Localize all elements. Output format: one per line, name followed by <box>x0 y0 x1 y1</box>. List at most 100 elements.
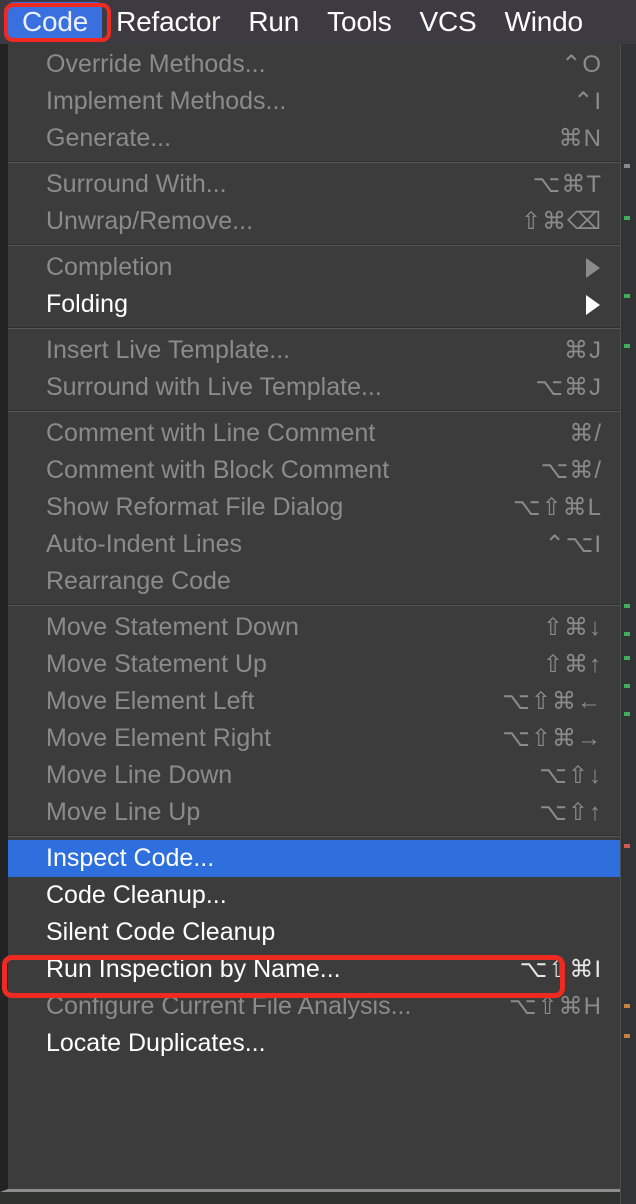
menu-item-comment-with-line-comment: Comment with Line Comment ⌘/ <box>8 415 620 452</box>
menu-separator <box>8 327 620 329</box>
menu-item-unwrap-remove: Unwrap/Remove... ⇧⌘⌫ <box>8 203 620 240</box>
menu-item-label: Configure Current File Analysis... <box>46 992 412 1020</box>
editor-marker <box>624 344 630 348</box>
menu-item-shortcut: ⌃I <box>573 88 602 115</box>
menu-item-shortcut: ⌥⇧⌘← <box>502 688 602 715</box>
menu-item-move-element-left: Move Element Left ⌥⇧⌘← <box>8 683 620 720</box>
menu-item-label: Show Reformat File Dialog <box>46 493 344 521</box>
menu-item-inspect-code[interactable]: Inspect Code... <box>8 840 620 877</box>
menu-item-implement-methods: Implement Methods... ⌃I <box>8 83 620 120</box>
menu-item-shortcut: ⌥⇧↑ <box>539 799 602 826</box>
code-dropdown-menu[interactable]: Override Methods... ⌃O Implement Methods..… <box>0 44 620 1192</box>
menu-item-label: Move Element Right <box>46 724 272 752</box>
menu-separator <box>8 604 620 606</box>
menu-item-label: Override Methods... <box>46 50 266 78</box>
menu-item-shortcut: ⌥⇧⌘I <box>519 956 602 983</box>
menu-item-rearrange-code: Rearrange Code <box>8 563 620 600</box>
editor-marker <box>624 604 630 608</box>
menu-separator <box>8 244 620 246</box>
editor-marker <box>624 684 630 688</box>
menu-item-code-cleanup[interactable]: Code Cleanup... <box>8 877 620 914</box>
menu-item-override-methods: Override Methods... ⌃O <box>8 46 620 83</box>
menu-item-surround-with-live-template: Surround with Live Template... ⌥⌘J <box>8 369 620 406</box>
menu-item-move-statement-up: Move Statement Up ⇧⌘↑ <box>8 646 620 683</box>
menu-item-label: Rearrange Code <box>46 567 231 595</box>
menu-item-auto-indent-lines: Auto-Indent Lines ⌃⌥I <box>8 526 620 563</box>
menu-item-comment-with-block-comment: Comment with Block Comment ⌥⌘/ <box>8 452 620 489</box>
menu-item-shortcut: ⌥⇧⌘L <box>512 494 602 521</box>
menu-item-move-statement-down: Move Statement Down ⇧⌘↓ <box>8 609 620 646</box>
menu-item-locate-duplicates[interactable]: Locate Duplicates... <box>8 1025 620 1062</box>
menu-item-shortcut: ⌥⌘T <box>532 171 602 198</box>
menu-item-folding[interactable]: Folding <box>8 286 620 323</box>
menu-item-label: Inspect Code... <box>46 844 215 872</box>
menu-item-label: Comment with Block Comment <box>46 456 390 484</box>
menubar-item-tools[interactable]: Tools <box>313 2 405 42</box>
menubar-item-windo[interactable]: Windo <box>491 2 597 42</box>
menu-item-generate: Generate... ⌘N <box>8 120 620 157</box>
editor-marker <box>624 712 630 716</box>
menu-item-label: Implement Methods... <box>46 87 287 115</box>
menu-item-move-line-down: Move Line Down ⌥⇧↓ <box>8 757 620 794</box>
menu-item-label: Locate Duplicates... <box>46 1029 266 1057</box>
menu-item-label: Surround with Live Template... <box>46 373 382 401</box>
menu-item-label: Completion <box>46 253 173 281</box>
menu-item-shortcut: ⌘N <box>558 125 602 152</box>
menu-group: Surround With... ⌥⌘T Unwrap/Remove... ⇧⌘⌫ <box>8 164 620 242</box>
chevron-right-icon <box>586 294 600 315</box>
menu-item-move-line-up: Move Line Up ⌥⇧↑ <box>8 794 620 831</box>
menu-item-shortcut: ⌃⌥I <box>544 531 602 558</box>
menu-item-label: Generate... <box>46 124 172 152</box>
menu-item-shortcut: ⌘/ <box>569 420 602 447</box>
menu-item-label: Comment with Line Comment <box>46 419 376 447</box>
menu-group: Comment with Line Comment ⌘/Comment with … <box>8 413 620 602</box>
menu-item-label: Auto-Indent Lines <box>46 530 242 558</box>
editor-gutter-sliver <box>620 44 636 1204</box>
editor-marker <box>624 844 630 848</box>
menu-item-shortcut: ⇧⌘⌫ <box>520 208 602 235</box>
menu-item-shortcut: ⌥⇧⌘→ <box>502 725 602 752</box>
menu-item-shortcut: ⌥⌘J <box>535 374 602 401</box>
menu-item-configure-current-file-analysis: Configure Current File Analysis... ⌥⇧⌘H <box>8 988 620 1025</box>
menubar-item-code[interactable]: Code <box>8 2 103 42</box>
menu-item-shortcut: ⌥⌘/ <box>540 457 602 484</box>
menu-group: Move Statement Down ⇧⌘↓ Move Statement Up ⇧… <box>8 607 620 833</box>
menu-group: Insert Live Template... ⌘J Surround with L… <box>8 330 620 408</box>
menu-item-silent-code-cleanup[interactable]: Silent Code Cleanup <box>8 914 620 951</box>
menubar-item-run[interactable]: Run <box>234 2 313 42</box>
menu-separator <box>8 410 620 412</box>
menu-item-label: Unwrap/Remove... <box>46 207 254 235</box>
menu-item-run-inspection-by-name[interactable]: Run Inspection by Name... ⌥⇧⌘I <box>8 951 620 988</box>
menu-bar: Code Refactor Run Tools VCS Windo <box>0 0 636 44</box>
menubar-item-refactor[interactable]: Refactor <box>102 2 234 42</box>
chevron-right-icon <box>586 257 600 278</box>
editor-marker <box>624 164 630 168</box>
menu-item-surround-with: Surround With... ⌥⌘T <box>8 166 620 203</box>
menu-item-shortcut: ⌥⇧⌘H <box>508 993 602 1020</box>
menu-item-shortcut: ⌃O <box>561 51 602 78</box>
menu-item-label: Move Line Down <box>46 761 233 789</box>
menu-separator <box>8 835 620 837</box>
editor-marker <box>624 632 630 636</box>
editor-marker <box>624 294 630 298</box>
menu-item-label: Code Cleanup... <box>46 881 227 909</box>
menu-item-shortcut: ⇧⌘↓ <box>542 614 602 641</box>
menu-item-insert-live-template: Insert Live Template... ⌘J <box>8 332 620 369</box>
menu-group: Override Methods... ⌃O Implement Methods..… <box>8 44 620 159</box>
menu-separator <box>8 161 620 163</box>
editor-marker <box>624 656 630 660</box>
menubar-item-vcs[interactable]: VCS <box>406 2 491 42</box>
menu-item-label: Silent Code Cleanup <box>46 918 276 946</box>
menu-group: Inspect Code... Code Cleanup... Silent Cod… <box>8 838 620 1064</box>
editor-marker <box>624 216 630 220</box>
menu-item-show-reformat-file-dialog: Show Reformat File Dialog ⌥⇧⌘L <box>8 489 620 526</box>
editor-marker <box>624 1004 630 1008</box>
menu-item-label: Run Inspection by Name... <box>46 955 341 983</box>
menu-item-label: Move Statement Up <box>46 650 267 678</box>
menu-group: Completion Folding <box>8 247 620 325</box>
menu-item-shortcut: ⌘J <box>564 337 602 364</box>
menu-item-label: Move Statement Down <box>46 613 299 641</box>
menu-item-completion: Completion <box>8 249 620 286</box>
menu-item-move-element-right: Move Element Right ⌥⇧⌘→ <box>8 720 620 757</box>
menu-item-label: Surround With... <box>46 170 227 198</box>
